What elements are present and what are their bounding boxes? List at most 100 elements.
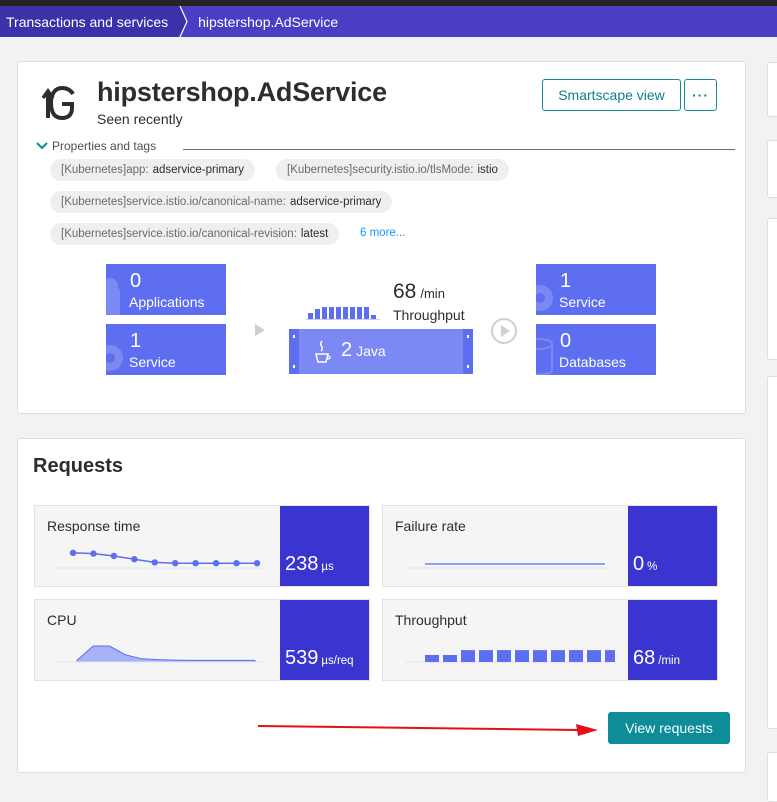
sparkline-point [69, 549, 77, 556]
tile-count: 0 [560, 330, 572, 352]
chevron-down-icon [36, 139, 52, 153]
tile-count: 0 [130, 270, 142, 292]
metric-value-box: 539 µs/req [280, 600, 369, 680]
tag[interactable]: [Kubernetes]app: adservice-primary [50, 159, 255, 181]
breadcrumb: Transactions and services hipstershop.Ad… [0, 5, 777, 38]
tag-value: adservice-primary [152, 164, 244, 176]
failure-rate-card[interactable]: Failure rate 0% [382, 505, 718, 587]
throughput-bar [315, 309, 320, 319]
smartscape-view-button[interactable]: Smartscape view [542, 79, 681, 111]
page-title: hipstershop.AdService [97, 77, 387, 107]
tag-key: [Kubernetes]service.istio.io/canonical-r… [61, 228, 297, 240]
tag-value: latest [300, 228, 329, 240]
caller-service-tile[interactable]: 1 Service [106, 324, 226, 375]
sparkline-point [233, 560, 240, 567]
sparkline-point [110, 552, 118, 560]
metric-unit: µs [321, 561, 334, 573]
sparkline-point [172, 560, 179, 567]
metric-name: Response time [47, 518, 141, 534]
throughput-bar [357, 307, 362, 319]
sparkline-bar [515, 650, 529, 662]
metric-value-box: 238 µs [280, 506, 369, 586]
sparkline-point [253, 560, 261, 567]
side-card [767, 752, 777, 802]
play-icon [491, 318, 517, 344]
tile-count: 1 [130, 330, 142, 352]
sparkline-baseline [306, 319, 380, 320]
properties-toggle[interactable]: Properties and tags [36, 139, 156, 153]
side-card [767, 62, 777, 117]
metric-name: CPU [47, 612, 77, 628]
metric-unit: /min [658, 655, 680, 667]
side-card [767, 218, 777, 360]
sparkline-bar [479, 650, 493, 662]
sparkline-area [76, 645, 256, 663]
databases-tile[interactable]: 0 Databases [536, 324, 656, 375]
more-actions-button[interactable]: ··· [684, 79, 717, 111]
tile-label: Applications [129, 294, 205, 310]
database-icon [536, 336, 556, 375]
tag-key: [Kubernetes]app: [61, 164, 149, 176]
metric-value: 539 [285, 647, 319, 669]
sparkline-point [90, 550, 97, 557]
metric-name: Failure rate [395, 518, 466, 534]
side-card [767, 376, 777, 729]
applications-tile[interactable]: 0 Applications [106, 264, 226, 315]
tag-key: [Kubernetes]security.istio.io/tlsMode: [287, 164, 474, 176]
metric-value-box: 0% [628, 506, 717, 586]
section-title: Requests [33, 455, 124, 477]
breadcrumb-item-service[interactable]: hipstershop.AdService [190, 6, 350, 37]
breadcrumb-item-transactions[interactable]: Transactions and services [0, 6, 189, 37]
process-label: 2 Java [341, 339, 386, 362]
sparkline-bar [443, 655, 457, 662]
throughput-card[interactable]: Throughput 68/min [382, 599, 718, 681]
sparkline-bar [461, 650, 475, 662]
divider [183, 149, 735, 150]
side-card [767, 140, 777, 198]
callee-service-tile[interactable]: 1 Service [536, 264, 656, 315]
application-icon [106, 276, 126, 315]
service-status: Seen recently [97, 111, 183, 127]
sparkline-bar [569, 650, 583, 662]
throughput-sparkline [308, 305, 382, 319]
throughput-sparkline [405, 650, 615, 663]
response-time-sparkline [57, 549, 263, 569]
tag[interactable]: [Kubernetes]service.istio.io/canonical-n… [50, 191, 393, 213]
process-group-tile[interactable]: 2 Java [289, 329, 473, 374]
sparkline-bar [497, 650, 511, 662]
gear-icon [106, 336, 128, 375]
cpu-card[interactable]: CPU 539 µs/req [34, 599, 370, 681]
tile-label: Service [559, 294, 606, 310]
throughput-bar [329, 307, 334, 319]
metric-unit: µs/req [321, 655, 354, 667]
annotation-arrow-icon [258, 724, 598, 736]
more-tags-link[interactable]: 6 more... [360, 227, 405, 239]
failure-rate-sparkline [405, 563, 611, 569]
throughput-bar [322, 307, 327, 319]
metric-value: 238 [285, 553, 319, 575]
sparkline-bar [605, 650, 615, 662]
metric-value: 0 [633, 553, 645, 575]
process-tech: Java [356, 343, 386, 359]
tag-value: adservice-primary [290, 196, 382, 208]
grip-left [289, 329, 299, 374]
throughput-bar [364, 307, 369, 319]
throughput-value: 68/min [393, 280, 445, 304]
sparkline-point [131, 556, 138, 563]
tag[interactable]: [Kubernetes]service.istio.io/canonical-r… [50, 223, 340, 245]
sparkline-point [192, 560, 199, 567]
tag[interactable]: [Kubernetes]security.istio.io/tlsMode: is… [276, 159, 509, 181]
tag-value: istio [477, 164, 498, 176]
flow-arrow-icon [255, 324, 265, 336]
metric-unit: % [647, 561, 658, 573]
throughput-bar [343, 307, 348, 319]
cpu-sparkline [57, 645, 263, 663]
throughput-unit: /min [420, 286, 445, 301]
view-requests-button[interactable]: View requests [608, 712, 730, 744]
tag-key: [Kubernetes]service.istio.io/canonical-n… [61, 196, 287, 208]
properties-label: Properties and tags [52, 139, 157, 153]
response-time-card[interactable]: Response time 238 µs [34, 505, 370, 587]
sparkline-bar [533, 650, 547, 662]
breadcrumb-separator [178, 5, 190, 38]
breadcrumb-label: hipstershop.AdService [198, 13, 339, 30]
